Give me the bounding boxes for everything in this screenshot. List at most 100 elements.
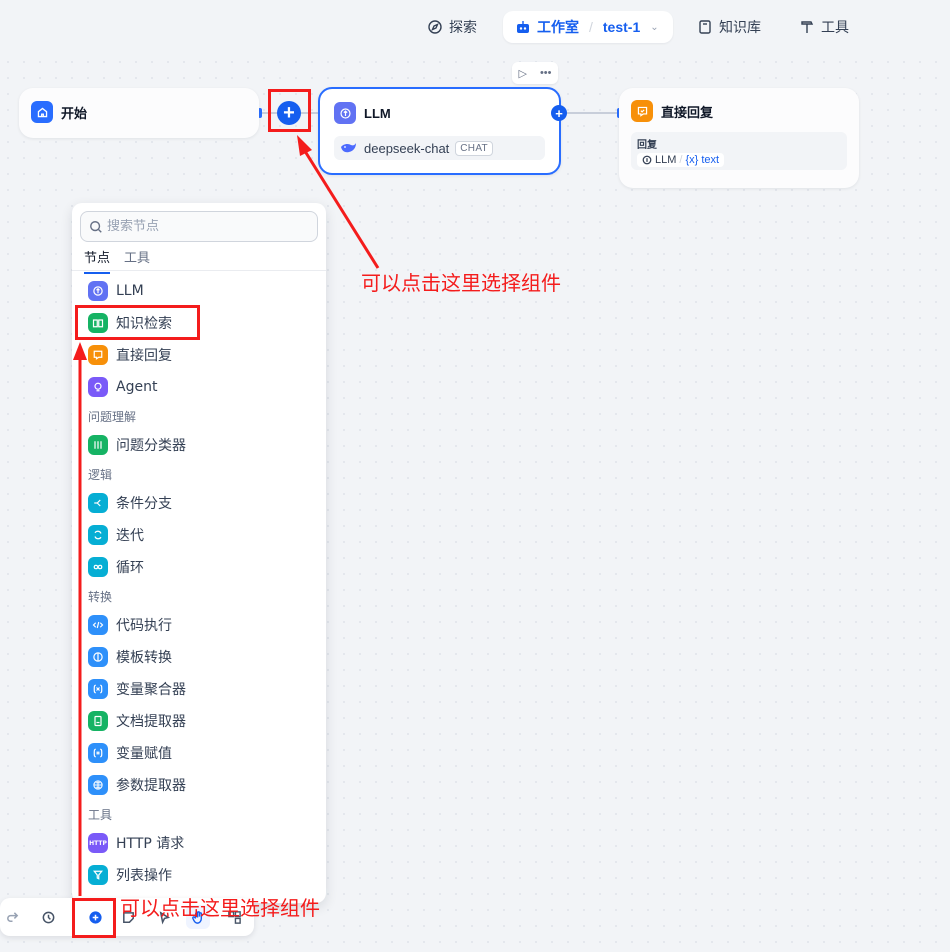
node-item-label: LLM bbox=[116, 283, 144, 299]
node-item-if-else[interactable]: 条件分支 bbox=[88, 491, 172, 515]
search-field[interactable] bbox=[80, 211, 318, 242]
reply-field-label: 回复 bbox=[637, 140, 657, 151]
search-icon bbox=[90, 220, 102, 233]
compass-icon bbox=[428, 20, 442, 34]
edge-llm-reply bbox=[566, 112, 619, 114]
run-icon[interactable]: ▷ bbox=[518, 67, 526, 80]
top-nav: 探索 工作室 / test-1 ⌄ 知识库 工具 bbox=[0, 0, 950, 54]
http-icon: HTTP bbox=[88, 833, 108, 853]
node-item-label: 问题分类器 bbox=[116, 438, 186, 454]
group-transform: 转换 bbox=[88, 590, 113, 604]
node-item-question-classifier[interactable]: 问题分类器 bbox=[88, 433, 186, 457]
nav-explore[interactable]: 探索 bbox=[427, 12, 477, 42]
variable-icon bbox=[88, 679, 108, 699]
node-item-direct-reply[interactable]: 直接回复 bbox=[88, 343, 172, 367]
nav-tools[interactable]: 工具 bbox=[799, 12, 849, 42]
reply-icon bbox=[88, 345, 108, 365]
classifier-icon bbox=[88, 435, 108, 455]
node-item-http[interactable]: HTTP HTTP 请求 bbox=[88, 831, 184, 855]
node-item-param-extractor[interactable]: 参数提取器 bbox=[88, 773, 186, 797]
nav-knowledge-label: 知识库 bbox=[719, 19, 761, 35]
node-item-variable-aggregator[interactable]: 变量聚合器 bbox=[88, 677, 186, 701]
annotation-text-top: 可以点击这里选择组件 bbox=[361, 271, 561, 295]
robot-icon bbox=[517, 21, 529, 33]
reply-node[interactable]: 直接回复 回复 LLM / {x} text bbox=[619, 88, 859, 188]
node-item-label: 条件分支 bbox=[116, 496, 172, 512]
nav-separator: / bbox=[589, 19, 593, 35]
grid-icon bbox=[88, 775, 108, 795]
node-item-doc-extractor[interactable]: 文档提取器 bbox=[88, 709, 186, 733]
node-item-label: 直接回复 bbox=[116, 348, 172, 364]
node-item-label: 列表操作 bbox=[116, 868, 172, 884]
annotation-text-bottom: 可以点击这里选择组件 bbox=[120, 896, 320, 920]
nav-tools-label: 工具 bbox=[821, 19, 849, 35]
node-item-agent[interactable]: Agent bbox=[88, 375, 157, 399]
agent-icon bbox=[88, 377, 108, 397]
llm-mini-icon bbox=[642, 155, 652, 165]
node-item-label: 参数提取器 bbox=[116, 778, 186, 794]
variable-chip: LLM / {x} text bbox=[637, 153, 725, 167]
annotation-box-toolbar-add bbox=[72, 898, 116, 938]
llm-add-next-button[interactable]: + bbox=[551, 105, 567, 121]
start-node[interactable]: 开始 bbox=[19, 88, 259, 138]
node-item-label: 迭代 bbox=[116, 528, 144, 544]
llm-node[interactable]: LLM deepseek-chat CHAT bbox=[318, 87, 561, 175]
redo-icon[interactable] bbox=[0, 905, 24, 929]
history-icon[interactable] bbox=[36, 905, 60, 929]
node-item-label: 变量赋值 bbox=[116, 746, 172, 762]
nav-knowledge[interactable]: 知识库 bbox=[697, 12, 761, 42]
node-item-label: Agent bbox=[116, 379, 158, 395]
node-item-label: 代码执行 bbox=[116, 618, 172, 634]
book-icon bbox=[699, 20, 711, 34]
reply-content: 回复 LLM / {x} text bbox=[631, 132, 847, 170]
model-name: deepseek-chat bbox=[364, 140, 450, 156]
variable-source: LLM bbox=[655, 154, 677, 166]
mode-badge: CHAT bbox=[455, 140, 493, 156]
document-icon bbox=[88, 711, 108, 731]
node-item-list-operator[interactable]: 列表操作 bbox=[88, 863, 172, 887]
llm-icon bbox=[334, 102, 356, 124]
llm-icon bbox=[88, 281, 108, 301]
node-item-loop[interactable]: 循环 bbox=[88, 555, 144, 579]
chevron-down-icon[interactable]: ⌄ bbox=[650, 22, 658, 33]
branch-icon bbox=[88, 493, 108, 513]
node-item-label: 文档提取器 bbox=[116, 714, 186, 730]
nav-explore-label: 探索 bbox=[449, 19, 477, 35]
assign-icon bbox=[88, 743, 108, 763]
node-item-code[interactable]: 代码执行 bbox=[88, 613, 172, 637]
llm-node-title: LLM bbox=[364, 105, 391, 121]
annotation-box-knowledge bbox=[75, 305, 200, 340]
node-item-label: 循环 bbox=[116, 560, 144, 576]
infinity-icon bbox=[88, 557, 108, 577]
node-item-llm[interactable]: LLM bbox=[88, 279, 144, 303]
node-item-variable-assigner[interactable]: 变量赋值 bbox=[88, 741, 172, 765]
annotation-box-add bbox=[268, 89, 311, 132]
deepseek-whale-icon bbox=[341, 143, 356, 153]
node-item-label: HTTP 请求 bbox=[116, 836, 185, 852]
template-icon bbox=[88, 647, 108, 667]
variable-separator: / bbox=[679, 154, 683, 166]
node-item-label: 变量聚合器 bbox=[116, 682, 186, 698]
panel-divider bbox=[72, 270, 326, 271]
reply-icon bbox=[631, 100, 653, 122]
refresh-icon bbox=[88, 525, 108, 545]
search-input[interactable] bbox=[107, 219, 307, 234]
model-selector[interactable]: deepseek-chat CHAT bbox=[334, 136, 545, 160]
variable-name: {x} text bbox=[685, 154, 720, 166]
nav-studio-label: 工作室 bbox=[537, 19, 579, 35]
nav-studio[interactable]: 工作室 / test-1 ⌄ bbox=[503, 11, 673, 43]
group-understanding: 问题理解 bbox=[88, 410, 137, 424]
group-tools: 工具 bbox=[88, 808, 113, 822]
start-node-title: 开始 bbox=[61, 105, 88, 121]
node-toolbar: ▷ ••• bbox=[512, 62, 558, 84]
app-name[interactable]: test-1 bbox=[603, 19, 640, 35]
node-item-template[interactable]: 模板转换 bbox=[88, 645, 172, 669]
group-logic: 逻辑 bbox=[88, 468, 113, 482]
reply-node-title: 直接回复 bbox=[661, 104, 714, 120]
code-icon bbox=[88, 615, 108, 635]
filter-icon bbox=[88, 865, 108, 885]
more-icon[interactable]: ••• bbox=[540, 67, 552, 79]
node-item-label: 模板转换 bbox=[116, 650, 172, 666]
node-item-iteration[interactable]: 迭代 bbox=[88, 523, 144, 547]
hammer-icon bbox=[801, 21, 814, 33]
